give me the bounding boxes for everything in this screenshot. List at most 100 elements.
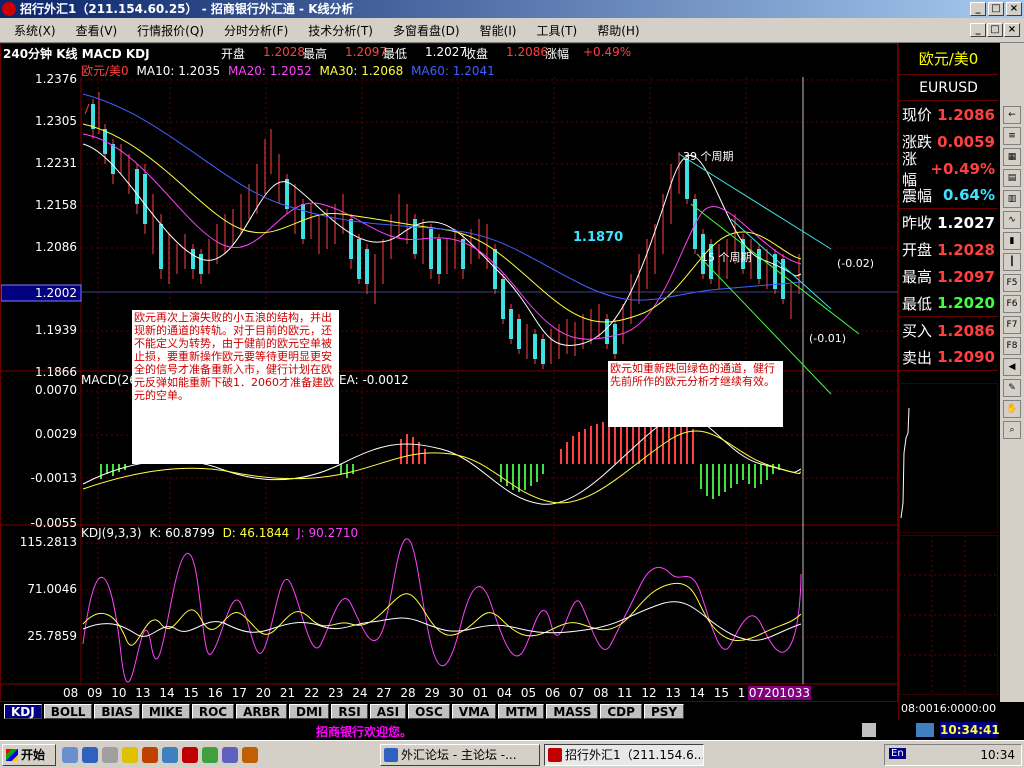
- date-tick: 01: [472, 686, 488, 700]
- f6-icon[interactable]: F6: [1003, 295, 1021, 313]
- minimize-button[interactable]: _: [970, 2, 986, 16]
- menu-smart[interactable]: 智能(I): [470, 22, 527, 39]
- quote-row-value: 1.2028: [937, 240, 995, 259]
- date-tick: 15: [713, 686, 729, 700]
- utility-icon[interactable]: [222, 747, 238, 763]
- mdi-minimize-button[interactable]: _: [970, 23, 986, 37]
- taskbar-app-button[interactable]: 招行外汇1（211.154.6...: [544, 744, 704, 766]
- app-icon: [2, 2, 16, 16]
- pencil-icon[interactable]: ✎: [1003, 379, 1021, 397]
- tab-boll[interactable]: BOLL: [43, 703, 93, 719]
- back-arrow-icon[interactable]: ←: [1003, 106, 1021, 124]
- line-chart-icon[interactable]: ∿: [1003, 211, 1021, 229]
- menu-quotes[interactable]: 行情报价(Q): [127, 22, 214, 39]
- taskbar-forum-label: 外汇论坛 - 主论坛 -...: [401, 748, 517, 762]
- desktop-icon[interactable]: [102, 747, 118, 763]
- tab-mass[interactable]: MASS: [546, 703, 599, 719]
- app-launch-icon[interactable]: [142, 747, 158, 763]
- maximize-button[interactable]: □: [988, 2, 1004, 16]
- macd-dea-legend: EA: -0.0012: [339, 373, 413, 387]
- app-task-icon: [548, 748, 562, 762]
- title-bar[interactable]: 招行外汇1（211.154.60.25） - 招商银行外汇通 - K线分析 _ …: [0, 0, 1024, 18]
- tab-bias[interactable]: BIAS: [94, 703, 140, 719]
- f8-icon[interactable]: F8: [1003, 337, 1021, 355]
- tab-kdj[interactable]: KDJ: [4, 703, 42, 719]
- close-button[interactable]: ×: [1006, 2, 1022, 16]
- f7-icon[interactable]: F7: [1003, 316, 1021, 334]
- list-icon[interactable]: ≡: [1003, 127, 1021, 145]
- quote-panel: 欧元/美0 EURUSD 现价 1.2086 涨跌 0.0059 涨幅 +0.49% 震幅 0…: [898, 43, 998, 720]
- quote-row: 买入 1.2086: [899, 317, 998, 344]
- tab-dmi[interactable]: DMI: [289, 703, 330, 719]
- tab-rsi[interactable]: RSI: [331, 703, 368, 719]
- table-icon[interactable]: ▤: [1003, 169, 1021, 187]
- menu-view[interactable]: 查看(V): [66, 22, 128, 39]
- price-tick-current: 1.2002: [35, 286, 77, 300]
- media-icon[interactable]: [162, 747, 178, 763]
- date-tick: 11: [617, 686, 633, 700]
- tab-arbr[interactable]: ARBR: [236, 703, 287, 719]
- mini-time-axis: 08:0016:0000:00: [901, 702, 997, 715]
- analysis-note-right: 欧元如重新跌回绿色的通道，健行先前所作的欧元分析才继续有效。: [608, 361, 783, 427]
- tab-cdp[interactable]: CDP: [600, 703, 642, 719]
- bar-chart-icon[interactable]: ▮: [1003, 232, 1021, 250]
- menu-tools[interactable]: 工具(T): [526, 22, 587, 39]
- quote-row-label: 最低: [902, 294, 933, 313]
- quote-row-value: 1.2097: [937, 267, 995, 286]
- outlook-icon[interactable]: [82, 747, 98, 763]
- tab-psy[interactable]: PSY: [643, 703, 685, 719]
- taskbar-forum-button[interactable]: 外汇论坛 - 主论坛 -...: [380, 744, 540, 766]
- mdi-close-button[interactable]: ×: [1004, 23, 1020, 37]
- date-tick: 28: [400, 686, 416, 700]
- menu-system[interactable]: 系统(X): [4, 22, 66, 39]
- ie-icon[interactable]: [62, 747, 78, 763]
- tab-osc[interactable]: OSC: [408, 703, 450, 719]
- taskbar: 开始 外汇论坛 - 主论坛 -... 招行外汇1（211.154.6... En…: [0, 740, 1024, 768]
- menu-multiwindow[interactable]: 多窗看盘(D): [383, 22, 470, 39]
- welcome-ticker: 招商银行欢迎您。: [316, 725, 413, 739]
- menu-help[interactable]: 帮助(H): [587, 22, 649, 39]
- status-clock: 10:34:41: [940, 722, 1000, 738]
- zoom-icon[interactable]: ⌕: [1003, 421, 1021, 439]
- date-tick: 04: [496, 686, 513, 700]
- grid-icon[interactable]: ▦: [1003, 148, 1021, 166]
- kdj-d-line: [82, 601, 802, 641]
- start-button[interactable]: 开始: [2, 744, 56, 766]
- mdi-restore-button[interactable]: □: [987, 23, 1003, 37]
- date-tick: 10: [111, 686, 127, 700]
- macd-legend-prefix: MACD(26: [81, 373, 137, 387]
- trading-app-icon[interactable]: [182, 747, 198, 763]
- level-annotation: 1.1870: [573, 230, 624, 245]
- menu-intraday[interactable]: 分时分析(F): [214, 22, 298, 39]
- hand-icon[interactable]: ✋: [1003, 400, 1021, 418]
- tab-roc[interactable]: ROC: [191, 703, 235, 719]
- f5-icon[interactable]: F5: [1003, 274, 1021, 292]
- kdj-tick-2: 71.0046: [27, 582, 77, 596]
- candle-icon[interactable]: ┃: [1003, 253, 1021, 271]
- tab-vma[interactable]: VMA: [451, 703, 497, 719]
- quote-row-label: 涨幅: [902, 149, 918, 189]
- date-tick: 27: [376, 686, 392, 700]
- tool-icon[interactable]: [242, 747, 258, 763]
- language-indicator[interactable]: En: [889, 748, 906, 759]
- macd-tick-2: 0.0029: [35, 427, 77, 441]
- folder-icon[interactable]: [122, 747, 138, 763]
- messenger-icon[interactable]: [202, 747, 218, 763]
- start-label: 开始: [21, 748, 46, 762]
- date-tick: 08: [63, 686, 79, 700]
- speaker-icon[interactable]: [862, 723, 876, 737]
- kline-chart-area[interactable]: 240分钟 K线 MACD KDJ 开盘 1.2028 最高 1.2097 最低…: [0, 43, 899, 702]
- cycle39-annotation: 39 个周期: [683, 150, 734, 163]
- quote-row: 卖出 1.2090: [899, 344, 998, 371]
- quote-row-value: 1.2086: [937, 321, 995, 340]
- tab-mike[interactable]: MIKE: [141, 703, 190, 719]
- menu-technical[interactable]: 技术分析(T): [298, 22, 383, 39]
- tab-asi[interactable]: ASI: [369, 703, 407, 719]
- quote-row-label: 现价: [902, 106, 933, 124]
- tab-mtm[interactable]: MTM: [498, 703, 545, 719]
- scroll-left-icon[interactable]: ◀: [1003, 358, 1021, 376]
- status-bar: 招商银行欢迎您。 10:34:41: [0, 720, 1024, 740]
- kdj-d-value: D: 46.1844: [222, 526, 290, 540]
- date-tick: 06: [545, 686, 561, 700]
- chart-icon[interactable]: ▥: [1003, 190, 1021, 208]
